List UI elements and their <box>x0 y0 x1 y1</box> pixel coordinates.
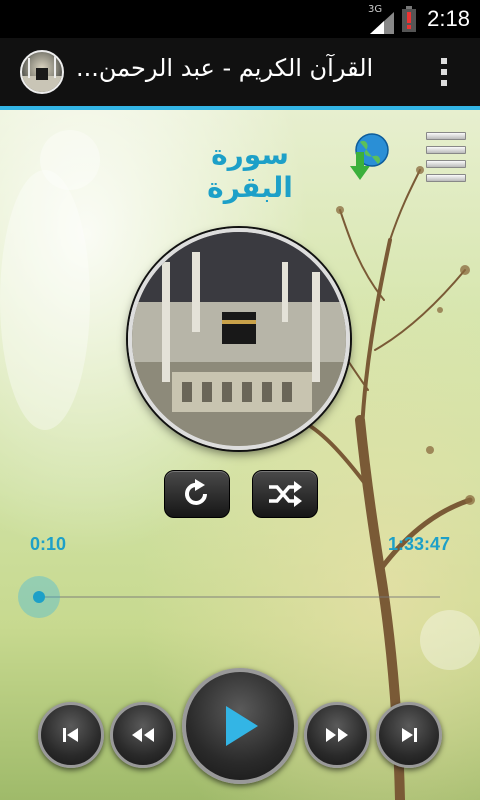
clock: 2:18 <box>427 6 470 31</box>
battery-icon <box>402 6 416 32</box>
shuffle-button[interactable] <box>252 470 318 518</box>
repeat-icon <box>185 479 207 505</box>
fast-forward-icon <box>326 728 348 742</box>
shuffle-icon <box>269 481 302 507</box>
rewind-icon <box>132 728 154 742</box>
repeat-button[interactable] <box>164 470 230 518</box>
skip-previous-button[interactable] <box>38 702 104 768</box>
app-title: القرآن الكريم - عبد الرحمن... <box>76 54 374 82</box>
player-screen: سورة البقرة 0:10 1:33:47 <box>0 110 480 800</box>
play-icon <box>226 706 258 746</box>
total-time: 1:33:47 <box>387 534 450 554</box>
current-time: 0:10 <box>30 534 67 554</box>
surah-title: سورة البقرة <box>207 138 293 204</box>
overflow-menu-icon[interactable] <box>440 58 448 90</box>
seek-thumb[interactable] <box>18 576 60 618</box>
globe-download-icon[interactable] <box>348 132 390 182</box>
kaaba-cover-image <box>128 228 350 450</box>
background-bokeh <box>0 170 90 430</box>
skip-next-icon <box>402 728 417 742</box>
seek-bar[interactable] <box>40 596 440 598</box>
signal-icon <box>370 12 394 34</box>
action-bar: القرآن الكريم - عبد الرحمن... <box>0 38 480 110</box>
skip-next-button[interactable] <box>376 702 442 768</box>
play-button[interactable] <box>182 668 298 784</box>
kaaba-icon[interactable] <box>20 50 64 94</box>
fast-forward-button[interactable] <box>304 702 370 768</box>
rewind-button[interactable] <box>110 702 176 768</box>
playlist-icon[interactable] <box>424 132 466 182</box>
status-bar: 3G 2:18 <box>0 0 480 38</box>
skip-previous-icon <box>63 728 78 742</box>
background-bokeh <box>40 130 100 190</box>
